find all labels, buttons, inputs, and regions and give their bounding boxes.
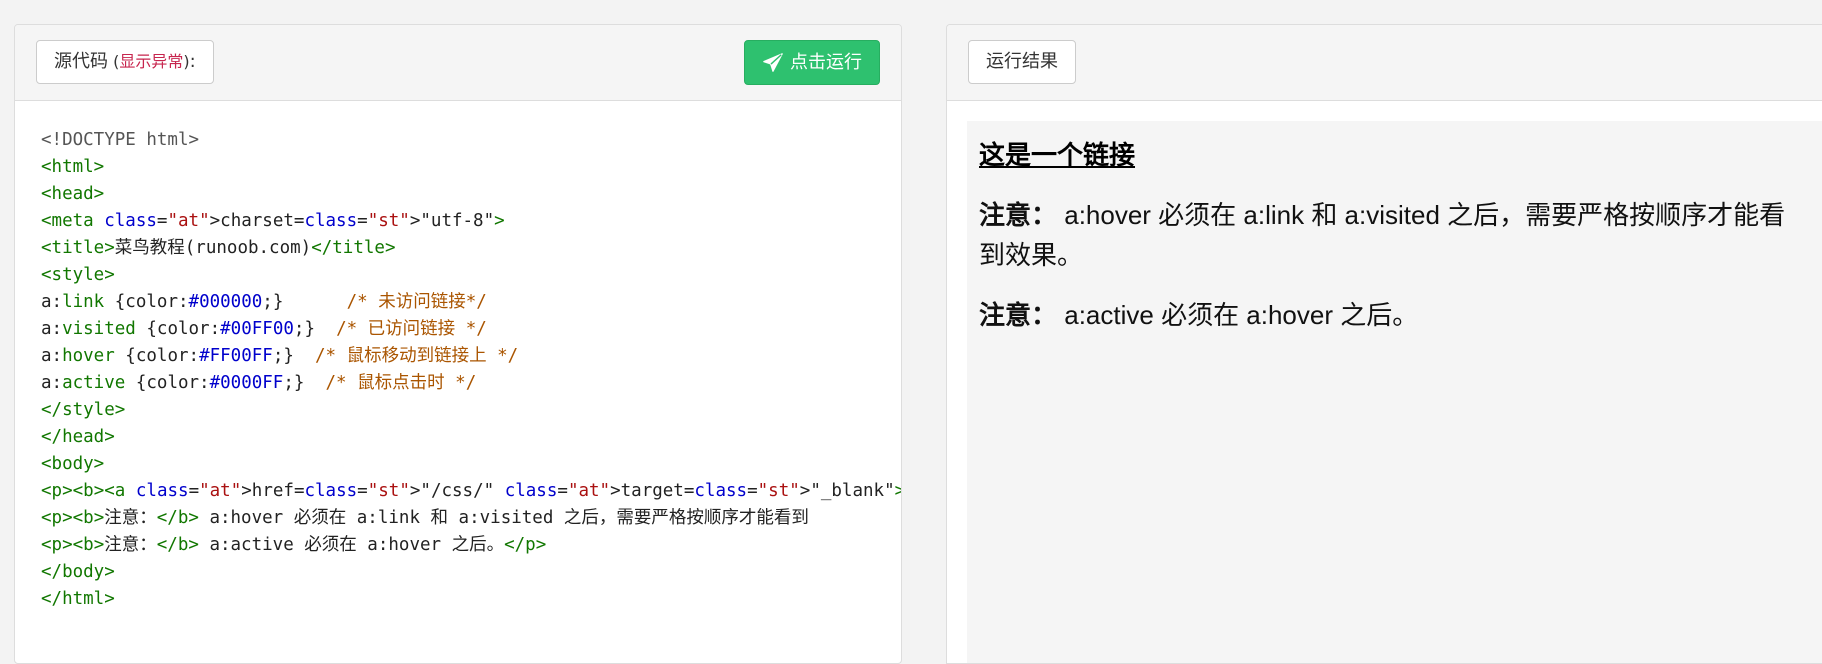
- code-line: a:active {color:#0000FF;} /* 鼠标点击时 */: [41, 373, 477, 393]
- code-line: <style>: [41, 265, 115, 285]
- code-line: <body>: [41, 454, 105, 474]
- result-label: 运行结果: [968, 40, 1076, 84]
- source-code-label: 源代码 (显示异常):: [36, 40, 214, 84]
- result-preview: 这是一个链接 注意： a:hover 必须在 a:link 和 a:visite…: [967, 121, 1822, 663]
- run-button[interactable]: 点击运行: [744, 40, 880, 85]
- result-panel: 运行结果 这是一个链接 注意： a:hover 必须在 a:link 和 a:v…: [946, 24, 1822, 664]
- result-link[interactable]: 这是一个链接: [979, 140, 1135, 170]
- source-code-title: 源代码: [54, 51, 108, 72]
- source-panel-header: 源代码 (显示异常): 点击运行: [15, 25, 901, 101]
- run-button-label: 点击运行: [790, 52, 862, 73]
- show-anomaly-link[interactable]: 显示异常: [119, 52, 183, 71]
- note-text: a:active 必须在 a:hover 之后。: [1057, 300, 1419, 330]
- source-colon: :: [189, 51, 196, 72]
- anomaly-open-paren: (: [108, 52, 120, 71]
- result-panel-header: 运行结果: [947, 25, 1822, 101]
- code-line: </head>: [41, 427, 115, 447]
- code-line: <meta class="at">charset=class="st">"utf…: [41, 211, 505, 231]
- code-line: a:link {color:#000000;} /* 未访问链接*/: [41, 292, 487, 312]
- code-line: <!DOCTYPE html>: [41, 130, 200, 150]
- note-text: a:hover 必须在 a:link 和 a:visited 之后，需要严格按顺…: [979, 200, 1786, 270]
- code-line: <p><b>注意：</b> a:active 必须在 a:hover 之后。</…: [41, 535, 547, 555]
- source-code-panel: 源代码 (显示异常): 点击运行 <!DOCTYPE html> <html> …: [14, 24, 902, 664]
- result-note-hover: 注意： a:hover 必须在 a:link 和 a:visited 之后，需要…: [979, 195, 1810, 275]
- result-link-paragraph: 这是一个链接: [979, 135, 1810, 175]
- note-label: 注意：: [979, 200, 1058, 230]
- code-line: <p><b><a class="at">href=class="st">"/cs…: [41, 481, 901, 501]
- note-label: 注意：: [979, 300, 1058, 330]
- code-editor[interactable]: <!DOCTYPE html> <html> <head> <meta clas…: [41, 127, 901, 663]
- code-line: a:hover {color:#FF00FF;} /* 鼠标移动到链接上 */: [41, 346, 519, 366]
- code-line: <html>: [41, 157, 105, 177]
- code-line: </body>: [41, 562, 115, 582]
- code-listing: <!DOCTYPE html> <html> <head> <meta clas…: [41, 127, 901, 613]
- code-line: </html>: [41, 589, 115, 609]
- code-line: <p><b>注意：</b> a:hover 必须在 a:link 和 a:vis…: [41, 508, 809, 528]
- code-line: a:visited {color:#00FF00;} /* 已访问链接 */: [41, 319, 487, 339]
- code-line: <title>菜鸟教程(runoob.com)</title>: [41, 238, 396, 258]
- send-icon: [763, 52, 783, 72]
- code-line: </style>: [41, 400, 126, 420]
- anomaly-wrapper: (显示异常): [108, 52, 190, 71]
- result-note-active: 注意： a:active 必须在 a:hover 之后。: [979, 295, 1810, 335]
- code-line: <head>: [41, 184, 105, 204]
